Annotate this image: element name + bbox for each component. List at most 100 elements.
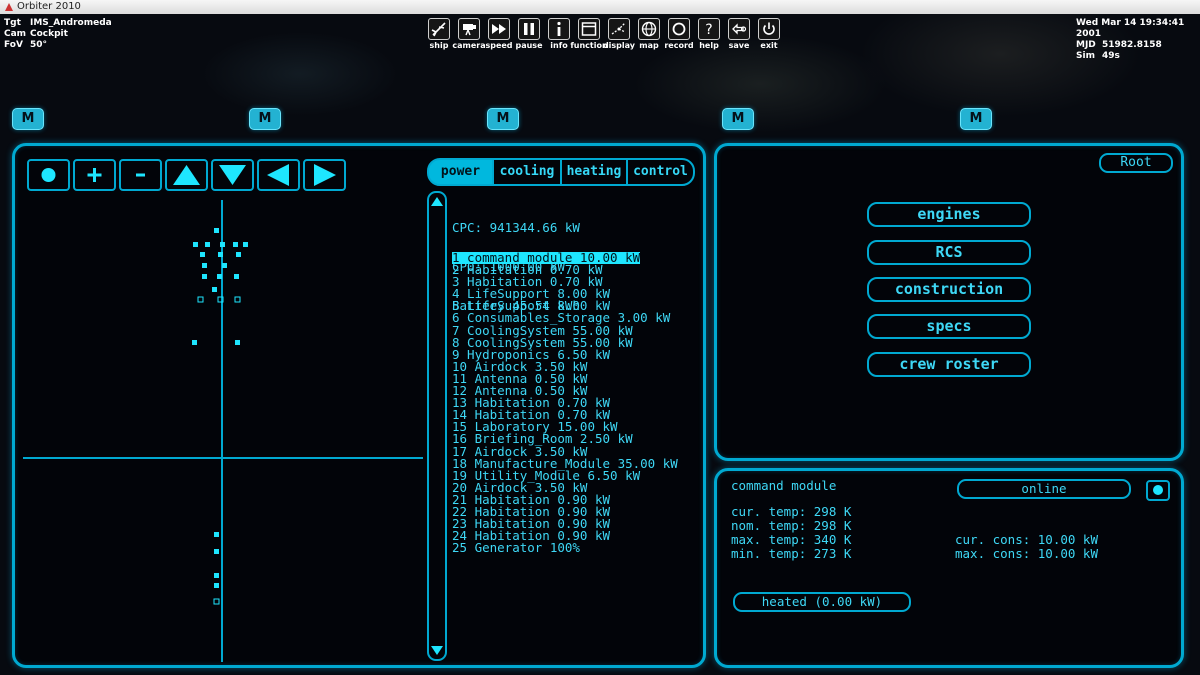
module-node[interactable] xyxy=(234,274,239,279)
module-node[interactable] xyxy=(192,340,197,345)
module-node[interactable] xyxy=(222,263,227,268)
triangle-left-icon xyxy=(267,164,289,186)
select-dot-button[interactable] xyxy=(27,159,70,191)
module-node[interactable] xyxy=(202,274,207,279)
status-indicator-button[interactable] xyxy=(1146,480,1170,501)
hud-info-right: Wed Mar 14 19:34:41 2001 MJD 51982.8158 S… xyxy=(1076,18,1200,62)
module-node[interactable] xyxy=(214,573,219,578)
tab-control[interactable]: control xyxy=(626,158,695,186)
pause-icon xyxy=(524,23,534,35)
station-layout-map[interactable] xyxy=(23,194,423,662)
module-detail-panel: command module online cur. temp: 298 K n… xyxy=(714,468,1184,668)
navigation-panel: Root engines RCS construction specs crew… xyxy=(714,143,1184,461)
orbiter-app-icon xyxy=(5,3,13,11)
mfd-select-tab-4[interactable]: M xyxy=(722,108,754,130)
min-temp: min. temp: 273 K xyxy=(731,546,852,561)
rcs-button[interactable]: RCS xyxy=(867,240,1031,265)
tgt-value: IMS_Andromeda xyxy=(30,18,112,28)
mjd-label: MJD xyxy=(1076,40,1096,50)
scroll-down-arrow-icon[interactable] xyxy=(429,642,445,658)
triangle-down-icon xyxy=(219,165,246,185)
tab-cooling[interactable]: cooling xyxy=(492,158,562,186)
tab-heating[interactable]: heating xyxy=(560,158,628,186)
engines-button[interactable]: engines xyxy=(867,202,1031,227)
cpc-value: CPC: 941344.66 kW xyxy=(452,220,580,235)
globe-icon xyxy=(641,21,657,37)
save-icon xyxy=(732,23,747,35)
module-power-list[interactable]: 1 command module 10.00 kW 2 Habitation 0.… xyxy=(452,251,678,554)
module-node[interactable] xyxy=(220,242,225,247)
sim-label: Sim xyxy=(1076,51,1095,61)
online-toggle-button[interactable]: online xyxy=(957,479,1131,499)
record-icon xyxy=(672,22,686,36)
construction-button[interactable]: construction xyxy=(867,277,1031,302)
heated-button[interactable]: heated (0.00 kW) xyxy=(733,592,911,612)
nom-temp: nom. temp: 298 K xyxy=(731,518,852,533)
help-icon: ? xyxy=(705,22,712,38)
module-node[interactable] xyxy=(234,296,241,303)
module-nodes xyxy=(192,228,248,605)
mfd-select-tab-2[interactable]: M xyxy=(249,108,281,130)
module-node[interactable] xyxy=(235,340,240,345)
mfd-select-tab-1[interactable]: M xyxy=(12,108,44,130)
ship-icon xyxy=(431,22,446,37)
crew-roster-button[interactable]: crew roster xyxy=(867,352,1031,377)
module-node[interactable] xyxy=(213,598,220,605)
fast-forward-icon xyxy=(492,24,506,34)
cur-cons: cur. cons: 10.00 kW xyxy=(955,532,1098,547)
triangle-right-icon xyxy=(314,164,336,186)
module-list-scrollbar[interactable] xyxy=(427,191,447,661)
pan-left-button[interactable] xyxy=(257,159,300,191)
specs-button[interactable]: specs xyxy=(867,314,1031,339)
mfd-select-tab-5[interactable]: M xyxy=(960,108,992,130)
max-temp: max. temp: 340 K xyxy=(731,532,852,547)
module-node[interactable] xyxy=(214,583,219,588)
zoom-out-button[interactable] xyxy=(119,159,162,191)
station-layout-panel: power cooling heating control CPC: 94134… xyxy=(12,143,706,668)
hud-info-left: Tgt IMS_Andromeda Cam Cockpit FoV 50° xyxy=(4,18,112,51)
window-title: Orbiter 2010 xyxy=(17,1,81,12)
pan-right-button[interactable] xyxy=(303,159,346,191)
module-node[interactable] xyxy=(233,242,238,247)
module-node[interactable] xyxy=(202,263,207,268)
minus-icon xyxy=(136,173,145,177)
module-node[interactable] xyxy=(212,287,217,292)
max-cons: max. cons: 10.00 kW xyxy=(955,546,1098,561)
pan-up-button[interactable] xyxy=(165,159,208,191)
module-node[interactable] xyxy=(200,252,205,257)
scroll-up-arrow-icon[interactable] xyxy=(429,194,445,210)
cam-value: Cockpit xyxy=(30,29,68,39)
triangle-up-icon xyxy=(173,165,200,185)
module-node[interactable] xyxy=(218,252,223,257)
sim-value: 49s xyxy=(1102,51,1120,61)
module-node[interactable] xyxy=(243,242,248,247)
module-node[interactable] xyxy=(205,242,210,247)
plus-icon xyxy=(87,168,102,182)
tab-power[interactable]: power xyxy=(427,158,494,186)
fov-label: FoV xyxy=(4,40,23,50)
exit-button[interactable]: exit xyxy=(754,18,784,50)
fov-value: 50° xyxy=(30,40,48,50)
window-icon xyxy=(581,22,597,36)
mfd-select-tab-3[interactable]: M xyxy=(487,108,519,130)
cur-temp: cur. temp: 298 K xyxy=(731,504,852,519)
module-node[interactable] xyxy=(217,274,222,279)
module-node[interactable] xyxy=(214,532,219,537)
info-icon xyxy=(557,21,561,36)
root-button[interactable]: Root xyxy=(1099,153,1173,173)
window-titlebar: Orbiter 2010 xyxy=(0,0,1200,15)
svg-text:?: ? xyxy=(705,22,712,38)
module-node[interactable] xyxy=(236,252,241,257)
display-icon xyxy=(611,22,626,35)
pan-down-button[interactable] xyxy=(211,159,254,191)
module-node[interactable] xyxy=(214,549,219,554)
zoom-in-button[interactable] xyxy=(73,159,116,191)
mjd-value: 51982.8158 xyxy=(1102,40,1162,50)
module-node[interactable] xyxy=(197,296,204,303)
sim-date: Wed Mar 14 19:34:41 2001 xyxy=(1076,18,1185,39)
module-node[interactable] xyxy=(193,242,198,247)
exit-label: exit xyxy=(760,41,778,50)
module-node[interactable] xyxy=(214,228,219,233)
power-icon xyxy=(763,22,775,35)
module-list-item[interactable]: 25 Generator 100% xyxy=(452,541,678,554)
